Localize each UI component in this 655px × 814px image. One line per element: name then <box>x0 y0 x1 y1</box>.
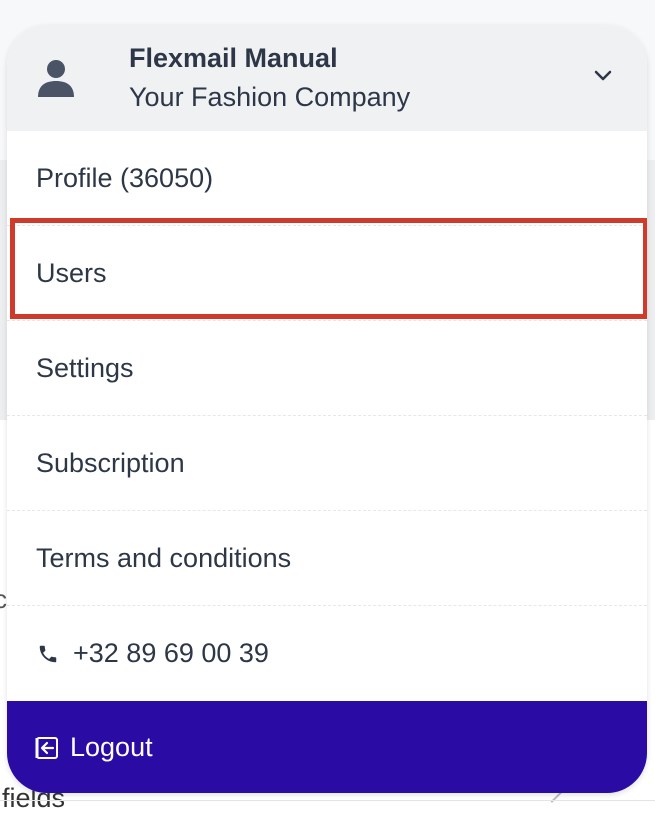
chevron-down-icon[interactable] <box>593 69 613 83</box>
menu-item-label: Terms and conditions <box>36 543 292 573</box>
phone-number: +32 89 69 00 39 <box>73 638 269 668</box>
menu-item-label: Profile (36050) <box>36 163 214 193</box>
user-icon <box>38 60 74 97</box>
menu-item-settings[interactable]: Settings <box>7 321 647 416</box>
account-name: Flexmail Manual <box>129 43 338 73</box>
menu-item-users[interactable]: Users <box>7 226 647 321</box>
background-divider <box>0 800 655 801</box>
account-company: Your Fashion Company <box>129 82 411 112</box>
menu-item-label: Users <box>36 258 107 288</box>
logout-button[interactable]: Logout <box>7 701 647 793</box>
menu-item-terms-and-conditions[interactable]: Terms and conditions <box>7 511 647 606</box>
menu-item-phone[interactable]: +32 89 69 00 39 <box>7 606 647 701</box>
account-switcher[interactable]: Flexmail Manual Your Fashion Company <box>7 25 647 131</box>
background-partial-text: c <box>0 584 7 614</box>
phone-icon <box>39 645 57 663</box>
menu-item-label: Subscription <box>36 448 185 478</box>
logout-label: Logout <box>70 732 153 762</box>
menu-item-profile[interactable]: Profile (36050) <box>7 131 647 226</box>
account-dropdown-menu: Flexmail Manual Your Fashion Company Pro… <box>7 25 647 793</box>
menu-item-label: Settings <box>36 353 134 383</box>
logout-icon <box>35 737 58 759</box>
menu-item-subscription[interactable]: Subscription <box>7 416 647 511</box>
